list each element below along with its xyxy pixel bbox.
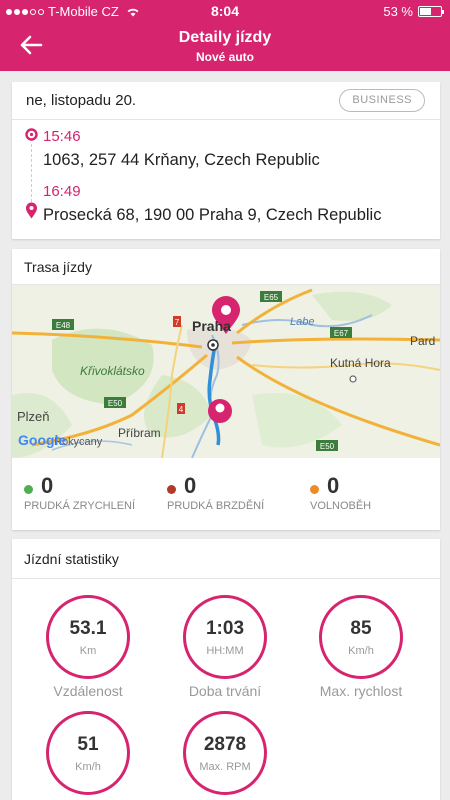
distance-unit: Km: [79, 645, 97, 657]
map-label-kutna-hora: Kutná Hora: [330, 356, 391, 370]
duration-ring: 1:03 HH:MM: [183, 595, 267, 679]
map-label-e67: E67: [334, 329, 349, 338]
map-label-e50-east: E50: [320, 442, 335, 451]
start-time: 15:46: [43, 128, 81, 145]
max-rpm-value: 2878: [203, 734, 247, 755]
max-speed-label: Max. rychlost: [319, 683, 403, 699]
idling-label: VOLNOBĚH: [310, 500, 372, 512]
map-canvas: E48 E65 E67 E50 E50 7 4 Praha Křivokláts…: [12, 285, 440, 458]
map-label-labe: Labe: [290, 316, 314, 328]
stats-card: Jízdní statistiky 53.1 Km Vzdálenost 1:0…: [12, 539, 440, 800]
trip-date: ne, listopadu 20.: [26, 92, 137, 109]
end-address: Prosecká 68, 190 00 Praha 9, Czech Repub…: [43, 206, 382, 224]
max-rpm-ring: 2878 Max. RPM: [183, 711, 267, 795]
max-rpm-unit: Max. RPM: [199, 761, 251, 773]
google-logo: Google: [18, 432, 66, 448]
stats-card-title: Jízdní statistiky: [24, 551, 119, 567]
stats-card-header: Jízdní statistiky: [12, 539, 440, 579]
avg-speed-unit: Km/h: [75, 761, 101, 773]
route-card: Trasa jízdy E48 E65 E67 E50 E50 7 4 Prah…: [12, 249, 440, 530]
acceleration-dot-icon: [24, 485, 33, 494]
battery-icon: [418, 6, 444, 17]
max-speed-value: 85: [350, 618, 372, 639]
map-label-road-4: 4: [179, 405, 184, 414]
route-map[interactable]: E48 E65 E67 E50 E50 7 4 Praha Křivokláts…: [12, 285, 440, 458]
route-card-title: Trasa jízdy: [24, 259, 92, 275]
avg-speed-ring: 51 Km/h: [46, 711, 130, 795]
route-connector: [31, 144, 32, 202]
duration-value: 1:03: [205, 618, 245, 639]
map-label-krivoklatsko: Křivoklátsko: [80, 364, 145, 378]
driving-events: 0 PRUDKÁ ZRYCHLENÍ 0 PRUDKÁ BRZDĚNÍ 0 VO…: [12, 469, 440, 524]
avg-speed-value: 51: [77, 734, 99, 755]
map-label-e48: E48: [56, 321, 71, 330]
start-address: 1063, 257 44 Krňany, Czech Republic: [43, 151, 320, 169]
start-point-icon: [25, 128, 38, 141]
battery-percent: 53 %: [383, 4, 413, 19]
braking-dot-icon: [167, 485, 176, 494]
status-bar: T-Mobile CZ 8:04 53 %: [0, 0, 450, 22]
braking-count: 0: [184, 473, 197, 498]
idling-dot-icon: [310, 485, 319, 494]
map-label-plzen: Plzeň: [17, 409, 50, 424]
duration-label: Doba trvání: [188, 683, 262, 699]
battery-info: 53 %: [383, 4, 444, 19]
distance-value: 53.1: [69, 618, 107, 639]
map-label-e50-west: E50: [108, 399, 123, 408]
idling-count: 0: [327, 473, 340, 498]
trip-date-row: ne, listopadu 20. BUSINESS: [12, 82, 440, 120]
duration-unit: HH:MM: [206, 645, 244, 657]
acceleration-label: PRUDKÁ ZRYCHLENÍ: [24, 500, 136, 512]
map-label-pribram: Příbram: [118, 426, 161, 440]
max-speed-unit: Km/h: [348, 645, 374, 657]
map-label-praha: Praha: [192, 318, 231, 334]
page-title: Detaily jízdy: [178, 29, 272, 46]
acceleration-count: 0: [41, 473, 54, 498]
braking-label: PRUDKÁ BRZDĚNÍ: [167, 500, 265, 512]
trip-route: 15:46 1063, 257 44 Krňany, Czech Republi…: [12, 120, 440, 238]
trip-summary-card: ne, listopadu 20. BUSINESS 15:46 1063, 2…: [12, 82, 440, 239]
map-label-e65: E65: [264, 293, 279, 302]
page-subtitle: Nové auto: [195, 50, 254, 64]
business-tag[interactable]: BUSINESS: [339, 89, 425, 112]
map-label-road-7: 7: [175, 318, 180, 327]
end-time: 16:49: [43, 183, 81, 200]
max-speed-ring: 85 Km/h: [319, 595, 403, 679]
map-label-pardubice: Pard: [410, 334, 435, 348]
distance-ring: 53.1 Km: [46, 595, 130, 679]
app-header: T-Mobile CZ 8:04 53 % Detaily jízdy Nové…: [0, 0, 450, 71]
end-pin-icon: [26, 202, 37, 219]
distance-label: Vzdálenost: [53, 683, 123, 699]
route-card-header: Trasa jízdy: [12, 249, 440, 285]
